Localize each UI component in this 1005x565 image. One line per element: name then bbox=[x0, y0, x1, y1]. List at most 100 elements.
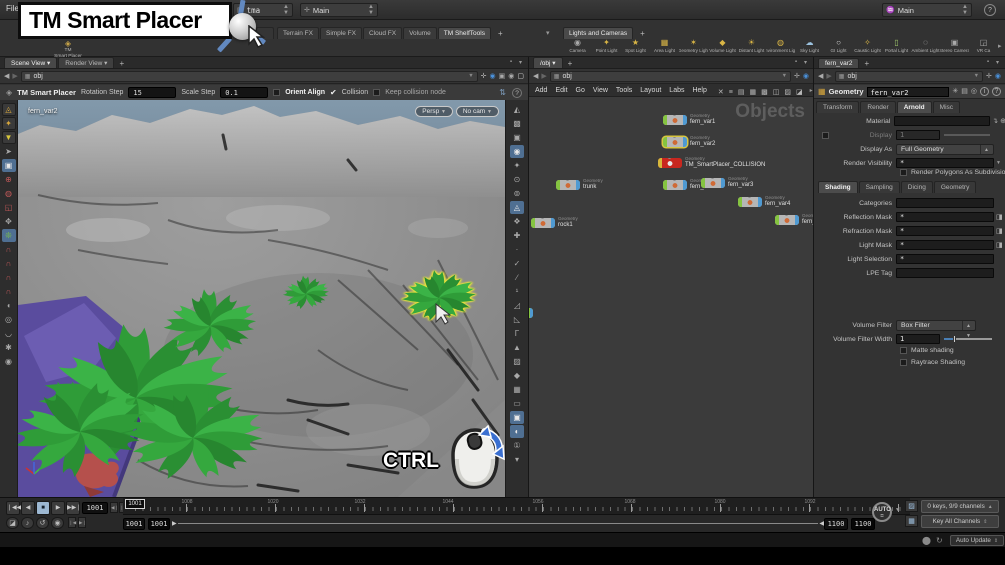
viewport-canvas[interactable]: fern_var2 Persp ▼ No cam ▼ Mouse Wheel t… bbox=[18, 100, 505, 497]
scene-file-spinner[interactable]: ▲ ▼ bbox=[283, 4, 289, 16]
param-field[interactable]: * bbox=[896, 254, 994, 264]
volume-filter-dropdown[interactable]: Box Filter ▲ ▼ bbox=[896, 319, 976, 339]
pin-icon[interactable]: ✛ bbox=[794, 72, 800, 80]
point-trails-icon[interactable]: ∕ bbox=[510, 271, 524, 284]
param-field[interactable] bbox=[896, 268, 994, 278]
path-dropdown-icon[interactable]: ▼ bbox=[974, 73, 979, 79]
point-numbers-icon[interactable]: ¹ bbox=[510, 285, 524, 298]
render-polygons-subdivision-checkbox[interactable] bbox=[900, 169, 907, 176]
viewport-info-icon[interactable]: ① bbox=[510, 439, 524, 452]
view-pivot-icon[interactable]: ◖ bbox=[2, 299, 16, 312]
add-pane-tab[interactable]: + bbox=[564, 58, 577, 68]
lighting-toggle-icon[interactable]: ◉ bbox=[510, 145, 524, 158]
collision-checkbox[interactable]: ✔ bbox=[330, 88, 337, 97]
ambient-light-tool[interactable]: ◌ Ambient Light bbox=[911, 39, 940, 57]
display-as-dropdown[interactable]: Full Geometry▲▼ bbox=[896, 143, 994, 163]
right-shelf-overflow-icon[interactable]: ▸ bbox=[998, 42, 1002, 50]
back-icon[interactable]: ◀ bbox=[4, 72, 9, 80]
prim-normals-icon[interactable]: ◿ bbox=[510, 299, 524, 312]
scale-step-field[interactable]: 0.1 bbox=[220, 87, 269, 98]
gear-icon[interactable]: ✳ bbox=[952, 87, 958, 96]
pin-icon[interactable]: ✛ bbox=[986, 72, 992, 80]
snap-prim-magnet-icon[interactable]: ∩ bbox=[2, 285, 16, 298]
file-menu[interactable]: File bbox=[6, 4, 19, 13]
playback-start-field[interactable]: 1001 bbox=[148, 518, 170, 530]
display-options-icon[interactable]: ◐ bbox=[510, 425, 524, 438]
param-field[interactable]: * bbox=[896, 240, 994, 250]
prim-numbers-icon[interactable]: ▲ bbox=[510, 341, 524, 354]
orbit-view-icon[interactable]: ◎ bbox=[2, 313, 16, 326]
play-button[interactable]: ▶ bbox=[51, 501, 65, 515]
jump-to-operator-icon[interactable]: ↴ bbox=[992, 117, 998, 125]
point-light-tool[interactable]: ✦ Point Light bbox=[592, 39, 621, 57]
network-node[interactable]: Geometry fern_var2 bbox=[663, 135, 715, 147]
pane-maximize-icon[interactable]: ▪ bbox=[510, 59, 512, 65]
group-list-icon[interactable]: ◆ bbox=[510, 369, 524, 382]
param-field[interactable]: * bbox=[896, 226, 994, 236]
dolly-view-icon[interactable]: ◡ bbox=[2, 327, 16, 340]
desktop-selector-right[interactable]: ♒ Main ▲ ▼ bbox=[882, 3, 972, 17]
tm-smart-placer-active-tool-icon[interactable]: ❊ bbox=[1, 229, 16, 242]
persp-view-menu[interactable]: Persp ▼ bbox=[415, 106, 453, 117]
range-prev-icon[interactable]: ❘◀ bbox=[68, 517, 76, 528]
shading-mode-icon[interactable]: ◭ bbox=[510, 103, 524, 116]
view-options-icon[interactable]: ▣ bbox=[510, 411, 524, 424]
display-field[interactable]: 1 bbox=[896, 130, 940, 140]
arnold-subtab[interactable]: Geometry bbox=[933, 181, 977, 193]
network-menu-item[interactable]: Edit bbox=[555, 87, 567, 94]
open-chooser-icon[interactable]: ⊕ bbox=[1000, 117, 1005, 125]
loop-mode-icon[interactable]: ↺ bbox=[36, 517, 49, 529]
raytrace-shading-checkbox[interactable] bbox=[900, 359, 907, 366]
network-node[interactable]: Geometry trunk bbox=[556, 178, 603, 190]
portal-light-tool[interactable]: ▯ Portal Light bbox=[882, 39, 911, 57]
node-help-icon[interactable]: ? bbox=[992, 87, 1001, 96]
desktop-right-spinner[interactable]: ▲ ▼ bbox=[962, 4, 968, 16]
refresh-icon[interactable]: ↻ bbox=[936, 536, 943, 545]
snapshot-icon[interactable]: ◉ bbox=[2, 355, 16, 368]
realtime-toggle-icon[interactable]: ◉ bbox=[51, 517, 64, 529]
forward-icon[interactable]: ▶ bbox=[12, 72, 17, 80]
back-icon[interactable]: ◀ bbox=[818, 72, 823, 80]
geometry-light-tool[interactable]: ✶ Geometry Light bbox=[679, 39, 708, 57]
keep-collision-checkbox[interactable] bbox=[373, 89, 381, 96]
node-list-icon[interactable]: ◨ bbox=[996, 213, 1003, 221]
pane-menu-icon[interactable]: ▾ bbox=[996, 59, 999, 66]
network-node[interactable] bbox=[529, 308, 533, 318]
reference-grid-icon[interactable]: ✚ bbox=[510, 229, 524, 242]
key-all-channels-button[interactable]: Key All Channels ⇕ bbox=[921, 515, 999, 528]
pane-menu-icon[interactable]: ▾ bbox=[804, 59, 807, 66]
volume-light-tool[interactable]: ◆ Volume Light bbox=[708, 39, 737, 57]
pane-tab[interactable]: Render View ▾ bbox=[58, 57, 115, 68]
param-tab[interactable]: Arnold bbox=[896, 101, 932, 113]
stereo-camera-tool[interactable]: ▣ Stereo Camera bbox=[940, 39, 969, 57]
pane-tab[interactable]: Scene View ▾ bbox=[4, 57, 58, 68]
point-markers-icon[interactable]: · bbox=[510, 243, 524, 256]
network-node[interactable]: Geometry fern_var1 bbox=[663, 113, 715, 125]
materials-icon[interactable]: ▼ bbox=[1, 131, 16, 144]
dropdown-arrow-icon[interactable]: ▼ bbox=[996, 160, 1001, 166]
snapshot-bar-icon[interactable]: ▭ bbox=[510, 397, 524, 410]
headlight-icon[interactable]: ✦ bbox=[510, 159, 524, 172]
lights-toggle-icon[interactable]: ✦ bbox=[1, 117, 16, 130]
shelf-tab[interactable]: Simple FX bbox=[319, 27, 362, 39]
snap-point-magnet-icon[interactable]: ∩ bbox=[2, 257, 16, 270]
presets-icon[interactable]: ▤ bbox=[961, 87, 968, 96]
stow-icon[interactable]: ◉ bbox=[508, 72, 514, 80]
playhead-marker[interactable]: 1001 bbox=[125, 499, 145, 509]
link-icon[interactable]: ◉ bbox=[490, 72, 496, 80]
visualizers-icon[interactable]: ▦ bbox=[510, 383, 524, 396]
range-start-handle[interactable]: ▶ bbox=[172, 520, 177, 527]
path-dropdown-icon[interactable]: ▼ bbox=[468, 73, 473, 79]
prim-hulls-icon[interactable]: ◺ bbox=[510, 313, 524, 326]
timeline-ruler[interactable]: 1001 1008 1020 1032 1044 1056 1068 1080 1092 bbox=[123, 498, 910, 515]
translate-tool-icon[interactable]: ⊕ bbox=[2, 173, 16, 186]
network-node[interactable]: Geometry rock1 bbox=[531, 216, 578, 228]
maximize-viewport-icon[interactable]: ▢ bbox=[517, 72, 524, 80]
material-field[interactable] bbox=[894, 116, 991, 126]
rotation-step-field[interactable]: 15 bbox=[128, 87, 177, 98]
jump-to-start-button[interactable]: ❘◀◀ bbox=[6, 501, 21, 515]
shelf-tab[interactable]: Cloud FX bbox=[362, 27, 403, 39]
wireframe-toggle-icon[interactable]: ▩ bbox=[510, 117, 524, 130]
help-icon[interactable]: ? bbox=[984, 4, 996, 16]
global-animation-options-icon[interactable]: ◪ bbox=[6, 517, 19, 529]
